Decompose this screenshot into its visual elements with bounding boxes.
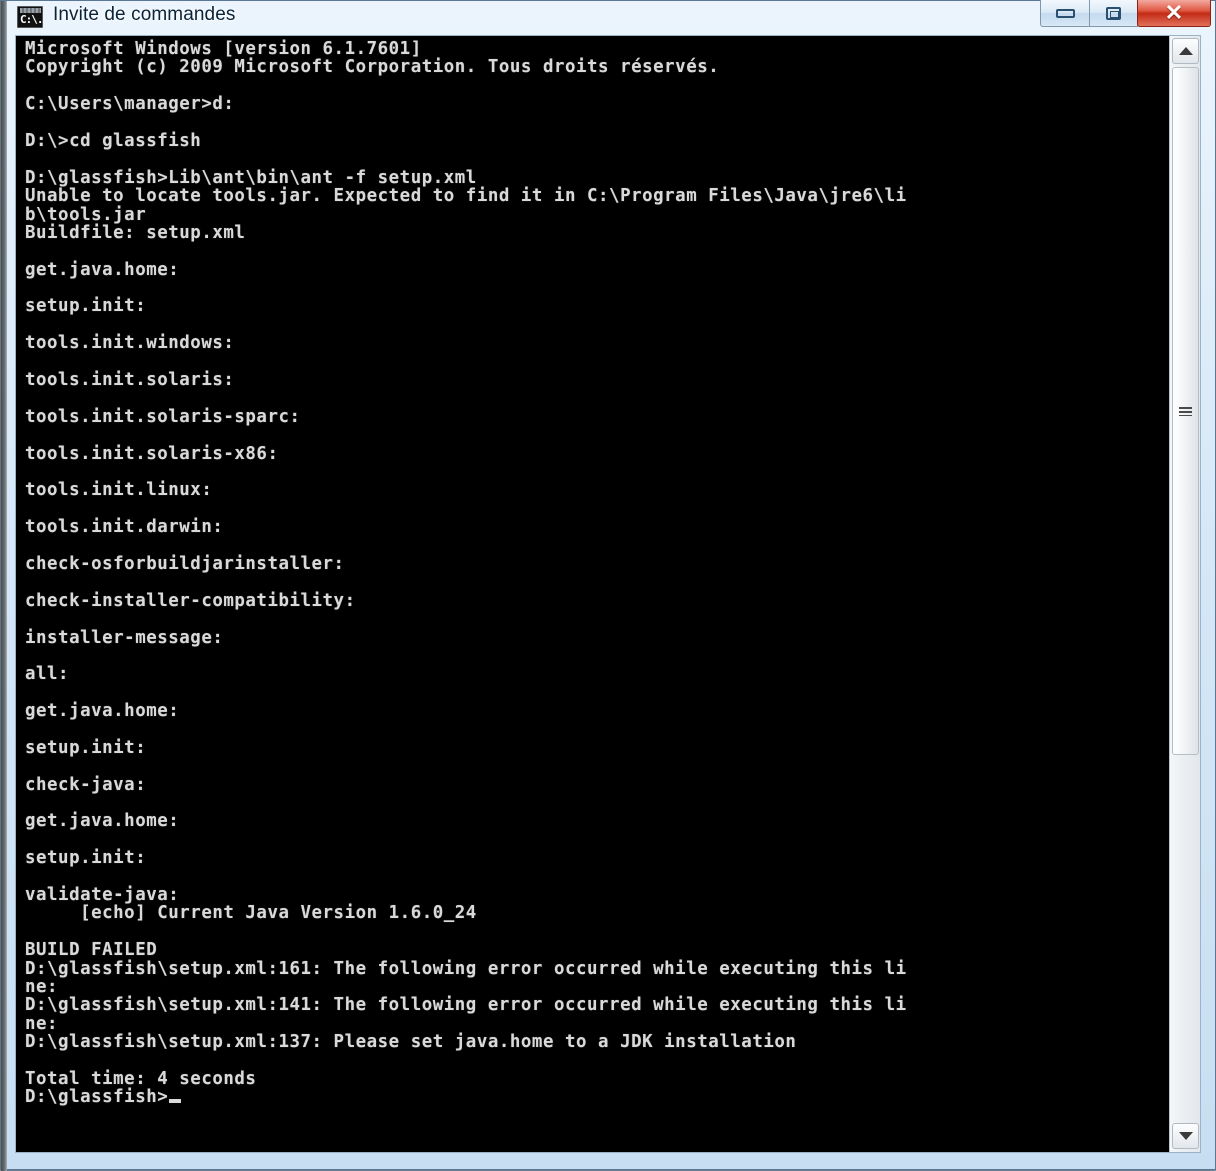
console-blank-line — [25, 831, 1169, 849]
console-client-area[interactable]: Microsoft Windows [version 6.1.7601]Copy… — [15, 35, 1201, 1153]
console-blank-line — [25, 923, 1169, 941]
scrollbar-thumb[interactable] — [1172, 67, 1199, 755]
console-line: tools.init.darwin: — [25, 518, 1169, 536]
console-blank-line — [25, 242, 1169, 260]
console-line: tools.init.solaris: — [25, 371, 1169, 389]
console-line: Unable to locate tools.jar. Expected to … — [25, 187, 1169, 205]
console-blank-line — [25, 426, 1169, 444]
close-icon: ✕ — [1165, 3, 1183, 23]
grip-lines-icon — [1179, 407, 1192, 416]
console-line: setup.init: — [25, 849, 1169, 867]
console-line: C:\Users\manager>d: — [25, 95, 1169, 113]
icon-prompt-glyph: C:\. — [20, 14, 43, 26]
console-output: Microsoft Windows [version 6.1.7601]Copy… — [25, 40, 1169, 1107]
minimize-button[interactable] — [1040, 0, 1089, 27]
text-cursor — [169, 1099, 181, 1103]
console-line: Total time: 4 seconds — [25, 1070, 1169, 1088]
console-line: ne: — [25, 1015, 1169, 1033]
console-line: setup.init: — [25, 739, 1169, 757]
vertical-scrollbar[interactable] — [1169, 36, 1200, 1152]
console-line: validate-java: — [25, 886, 1169, 904]
console-blank-line — [25, 500, 1169, 518]
console-line: BUILD FAILED — [25, 941, 1169, 959]
console-blank-line — [25, 114, 1169, 132]
console-line: D:\glassfish\setup.xml:161: The followin… — [25, 960, 1169, 978]
console-blank-line — [25, 537, 1169, 555]
console-blank-line — [25, 77, 1169, 95]
console-line: tools.init.solaris-sparc: — [25, 408, 1169, 426]
console-line: get.java.home: — [25, 812, 1169, 830]
console-line: tools.init.solaris-x86: — [25, 445, 1169, 463]
title-bar[interactable]: C:\. Invite de commandes ✕ — [1, 1, 1216, 34]
console-blank-line — [25, 353, 1169, 371]
console-line: check-java: — [25, 776, 1169, 794]
console-prompt-line[interactable]: D:\glassfish> — [25, 1088, 1169, 1106]
minimize-icon — [1056, 9, 1075, 18]
console-prompt-text: D:\glassfish> — [25, 1087, 168, 1107]
console-blank-line — [25, 463, 1169, 481]
console-blank-line — [25, 1051, 1169, 1069]
console-blank-line — [25, 684, 1169, 702]
scroll-down-button[interactable] — [1172, 1123, 1199, 1149]
console-line: check-osforbuildjarinstaller: — [25, 555, 1169, 573]
console-line: setup.init: — [25, 297, 1169, 315]
window-title: Invite de commandes — [53, 4, 236, 26]
console-line: all: — [25, 665, 1169, 683]
chevron-down-icon — [1179, 1132, 1193, 1140]
console-line: [echo] Current Java Version 1.6.0_24 — [25, 904, 1169, 922]
console-line: check-installer-compatibility: — [25, 592, 1169, 610]
console-blank-line — [25, 720, 1169, 738]
chevron-up-icon — [1179, 47, 1193, 55]
restore-icon — [1106, 7, 1121, 20]
console-blank-line — [25, 279, 1169, 297]
console-line: Microsoft Windows [version 6.1.7601] — [25, 40, 1169, 58]
console-line: ne: — [25, 978, 1169, 996]
cmd-console-icon: C:\. — [17, 6, 43, 28]
console-blank-line — [25, 150, 1169, 168]
console-line: tools.init.linux: — [25, 481, 1169, 499]
console-blank-line — [25, 316, 1169, 334]
console-screen[interactable]: Microsoft Windows [version 6.1.7601]Copy… — [16, 36, 1169, 1152]
console-line: D:\>cd glassfish — [25, 132, 1169, 150]
console-line: get.java.home: — [25, 261, 1169, 279]
console-line: get.java.home: — [25, 702, 1169, 720]
console-blank-line — [25, 757, 1169, 775]
command-prompt-window: C:\. Invite de commandes ✕ Microsoft Win… — [0, 0, 1216, 1170]
maximize-restore-button[interactable] — [1089, 0, 1138, 27]
console-blank-line — [25, 610, 1169, 628]
console-blank-line — [25, 389, 1169, 407]
console-line: Buildfile: setup.xml — [25, 224, 1169, 242]
close-button[interactable]: ✕ — [1137, 0, 1211, 27]
window-controls: ✕ — [1040, 0, 1211, 27]
console-blank-line — [25, 794, 1169, 812]
console-line: D:\glassfish>Lib\ant\bin\ant -f setup.xm… — [25, 169, 1169, 187]
console-blank-line — [25, 573, 1169, 591]
console-blank-line — [25, 647, 1169, 665]
scroll-up-button[interactable] — [1172, 38, 1199, 64]
console-line: installer-message: — [25, 629, 1169, 647]
console-line: D:\glassfish\setup.xml:137: Please set j… — [25, 1033, 1169, 1051]
console-line: Copyright (c) 2009 Microsoft Corporation… — [25, 58, 1169, 76]
window-left-edge — [1, 1, 7, 1171]
console-line: tools.init.windows: — [25, 334, 1169, 352]
console-line: b\tools.jar — [25, 206, 1169, 224]
console-line: D:\glassfish\setup.xml:141: The followin… — [25, 996, 1169, 1014]
console-blank-line — [25, 868, 1169, 886]
